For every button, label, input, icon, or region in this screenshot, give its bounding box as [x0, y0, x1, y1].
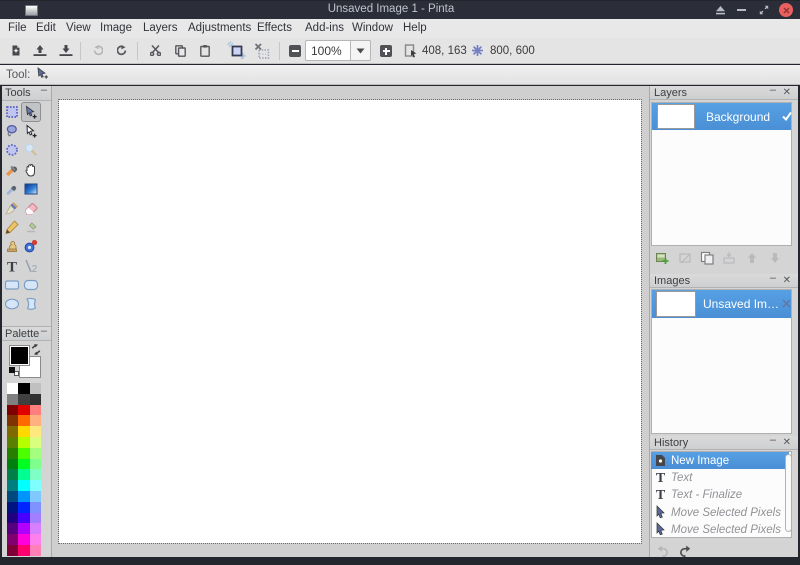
svg-text:T: T [7, 260, 17, 275]
svg-text:T: T [656, 471, 666, 484]
svg-text:2: 2 [32, 264, 38, 274]
svg-text:T: T [656, 488, 666, 501]
